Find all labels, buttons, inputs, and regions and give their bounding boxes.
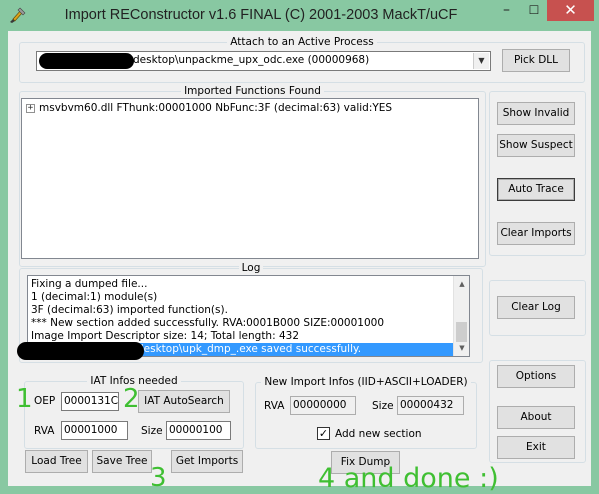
show-invalid-button[interactable]: Show Invalid: [497, 102, 575, 125]
log-line: *** New section added successfully. RVA:…: [31, 317, 385, 329]
redaction-mark: [17, 342, 144, 360]
step-4-annotation: 4 and done :): [318, 463, 499, 494]
main-window: Import REConstructor v1.6 FINAL (C) 2001…: [0, 0, 599, 494]
minimize-button[interactable]: –: [493, 0, 520, 21]
scroll-up-icon[interactable]: ▲: [454, 276, 469, 292]
log-line: Fixing a dumped file...: [31, 278, 148, 290]
get-imports-button[interactable]: Get Imports: [171, 450, 243, 473]
iat-autosearch-button[interactable]: IAT AutoSearch: [138, 390, 230, 413]
rva-label: RVA: [34, 425, 55, 437]
attach-group-label: Attach to an Active Process: [227, 36, 377, 48]
add-new-section-label[interactable]: Add new section: [335, 427, 422, 441]
log-line: 1 (decimal:1) module(s): [31, 291, 158, 303]
new-size-label: Size: [372, 400, 394, 412]
oep-field[interactable]: 0000131C: [61, 392, 119, 411]
new-import-group-label: New Import Infos (IID+ASCII+LOADER): [261, 376, 471, 388]
exit-button[interactable]: Exit: [497, 436, 575, 459]
save-tree-button[interactable]: Save Tree: [92, 450, 152, 473]
process-select-value: desktop\unpackme_upx_odc.exe (00000968): [133, 54, 370, 66]
load-tree-button[interactable]: Load Tree: [25, 450, 88, 473]
oep-label: OEP: [34, 395, 56, 407]
title-bar[interactable]: Import REConstructor v1.6 FINAL (C) 2001…: [0, 0, 599, 31]
tree-item-label: msvbvm60.dll FThunk:00001000 NbFunc:3F (…: [39, 102, 393, 114]
new-size-field: 00000432: [397, 396, 464, 415]
auto-trace-button[interactable]: Auto Trace: [497, 178, 575, 201]
new-rva-field: 00000000: [290, 396, 356, 415]
expand-icon[interactable]: +: [26, 103, 35, 113]
new-rva-label: RVA: [264, 400, 285, 412]
log-group-label: Log: [238, 262, 264, 274]
tree-item[interactable]: + msvbvm60.dll FThunk:00001000 NbFunc:3F …: [26, 102, 392, 114]
step-1-annotation: 1: [16, 384, 33, 414]
imports-tree[interactable]: + msvbvm60.dll FThunk:00001000 NbFunc:3F …: [21, 98, 479, 259]
show-suspect-button[interactable]: Show Suspect: [497, 134, 575, 157]
log-selected-line: desktop\upk_dmp_.exe saved successfully.: [137, 343, 362, 355]
add-new-section-checkbox[interactable]: ✓: [317, 427, 330, 440]
step-2-annotation: 2: [123, 384, 140, 414]
log-line: 3F (decimal:63) imported function(s).: [31, 304, 228, 316]
redaction-mark: [39, 53, 134, 69]
clear-imports-button[interactable]: Clear Imports: [497, 222, 575, 245]
clear-log-button[interactable]: Clear Log: [497, 296, 575, 319]
close-button[interactable]: ✕: [547, 0, 594, 21]
pick-dll-button[interactable]: Pick DLL: [502, 49, 570, 72]
step-3-annotation: 3: [150, 463, 167, 493]
process-select[interactable]: desktop\unpackme_upx_odc.exe (00000968) …: [36, 51, 491, 71]
window-title: Import REConstructor v1.6 FINAL (C) 2001…: [64, 7, 458, 23]
scroll-down-icon[interactable]: ▼: [454, 340, 469, 356]
about-button[interactable]: About: [497, 406, 575, 429]
client-area: Attach to an Active Process desktop\unpa…: [8, 31, 591, 486]
iat-rva-field[interactable]: 00001000: [61, 421, 128, 440]
maximize-button[interactable]: ☐: [521, 0, 547, 21]
log-scrollbar[interactable]: ▲ ▼: [453, 276, 469, 356]
imported-group-label: Imported Functions Found: [181, 85, 324, 97]
chevron-down-icon[interactable]: ▼: [473, 53, 489, 69]
size-label: Size: [141, 425, 163, 437]
options-button[interactable]: Options: [497, 365, 575, 388]
iat-size-field[interactable]: 00000100: [166, 421, 231, 440]
scroll-thumb[interactable]: [456, 322, 467, 342]
